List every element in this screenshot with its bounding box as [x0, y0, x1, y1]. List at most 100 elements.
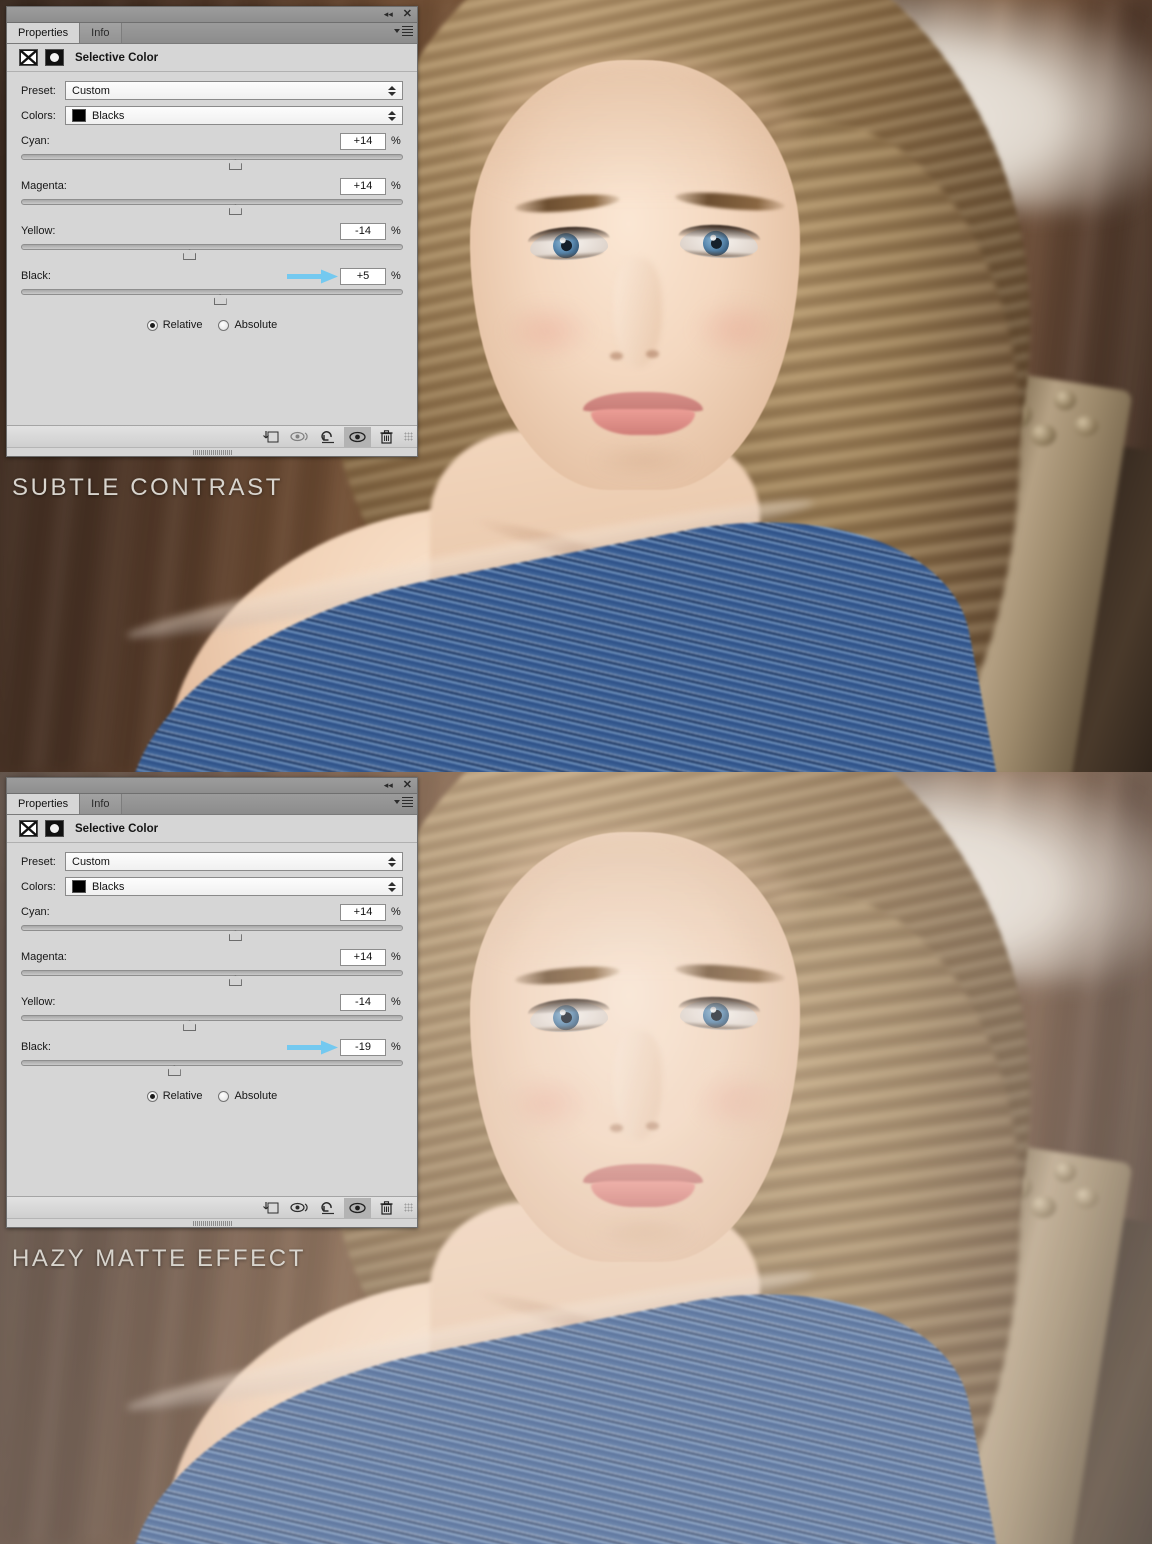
slider-magenta-thumb[interactable] [228, 204, 242, 215]
close-icon[interactable]: ✕ [403, 780, 412, 791]
panel-menu-icon[interactable] [394, 26, 413, 36]
layer-mask-icon[interactable] [45, 49, 64, 66]
slider-cyan-thumb[interactable] [228, 930, 242, 941]
method-radio-group: Relative Absolute [21, 319, 403, 331]
slider-magenta-track[interactable] [21, 197, 403, 215]
slider-magenta-unit: % [391, 180, 401, 192]
colors-spinner-icon[interactable] [388, 881, 396, 892]
radio-relative-label: Relative [162, 319, 203, 331]
radio-relative-dot[interactable] [146, 1090, 158, 1102]
toggle-visibility-icon[interactable] [344, 426, 371, 447]
slider-black-thumb[interactable] [213, 294, 227, 305]
radio-absolute[interactable]: Absolute [218, 1090, 277, 1102]
blacks-swatch-icon [72, 880, 86, 893]
colors-select[interactable]: Blacks [65, 106, 403, 125]
slider-cyan-label: Cyan: [21, 135, 50, 147]
slider-black-label: Black: [21, 270, 51, 282]
slider-magenta-thumb[interactable] [228, 975, 242, 986]
slider-yellow-track[interactable] [21, 242, 403, 260]
slider-black-unit: % [391, 270, 401, 282]
slider-black-track[interactable] [21, 1058, 403, 1076]
slider-magenta: Magenta: +14 % [21, 948, 403, 986]
slider-cyan-value[interactable]: +14 [340, 903, 386, 921]
panel-drag-grip[interactable] [7, 1218, 417, 1227]
tab-properties[interactable]: Properties [7, 23, 81, 43]
slider-cyan-track[interactable] [21, 152, 403, 170]
clip-to-layer-icon[interactable] [257, 427, 284, 447]
slider-black-thumb[interactable] [167, 1065, 181, 1076]
panel-footer-toolbar [7, 1196, 417, 1218]
preset-select[interactable]: Custom [65, 81, 403, 100]
preset-label: Preset: [21, 855, 56, 868]
colors-spinner-icon[interactable] [388, 110, 396, 121]
slider-yellow-value[interactable]: -14 [340, 993, 386, 1011]
arrow-pointer-icon [287, 1040, 339, 1055]
slider-cyan-label: Cyan: [21, 906, 50, 918]
lips [583, 392, 703, 438]
slider-black-label: Black: [21, 1041, 51, 1053]
slider-magenta-label: Magenta: [21, 951, 67, 963]
slider-magenta-value[interactable]: +14 [340, 948, 386, 966]
toggle-visibility-icon[interactable] [344, 1197, 371, 1218]
reset-icon[interactable] [315, 427, 342, 447]
slider-yellow-label: Yellow: [21, 225, 56, 237]
delete-icon[interactable] [373, 427, 400, 447]
slider-cyan-thumb[interactable] [228, 159, 242, 170]
colors-select[interactable]: Blacks [65, 877, 403, 896]
preset-spinner-icon[interactable] [388, 85, 396, 96]
preset-spinner-icon[interactable] [388, 856, 396, 867]
radio-absolute-dot[interactable] [218, 319, 230, 331]
delete-icon[interactable] [373, 1198, 400, 1218]
clip-to-layer-icon[interactable] [257, 1198, 284, 1218]
radio-relative[interactable]: Relative [146, 1090, 203, 1102]
close-icon[interactable]: ✕ [403, 9, 412, 20]
slider-yellow-thumb[interactable] [183, 249, 197, 260]
caption-subtle-contrast: SUBTLE CONTRAST [12, 474, 284, 501]
slider-yellow-track[interactable] [21, 1013, 403, 1031]
tab-info[interactable]: Info [80, 794, 122, 814]
selective-color-icon[interactable] [19, 49, 38, 66]
view-previous-state-icon[interactable] [286, 427, 313, 447]
slider-magenta-value[interactable]: +14 [340, 177, 386, 195]
tab-info[interactable]: Info [80, 23, 122, 43]
resize-grip-icon[interactable] [404, 432, 413, 441]
radio-absolute-dot[interactable] [218, 1090, 230, 1102]
slider-yellow-unit: % [391, 996, 401, 1008]
selective-color-icon[interactable] [19, 820, 38, 837]
blacks-swatch-icon [72, 109, 86, 122]
slider-cyan-track[interactable] [21, 923, 403, 941]
radio-relative-label: Relative [162, 1090, 203, 1102]
slider-black-unit: % [391, 1041, 401, 1053]
panel-tab-row: Properties Info [7, 794, 417, 815]
slider-black-value[interactable]: -19 [340, 1038, 386, 1056]
preset-row: Preset: Custom [21, 81, 403, 100]
preset-value: Custom [72, 84, 110, 97]
slider-yellow-thumb[interactable] [183, 1020, 197, 1031]
radio-relative[interactable]: Relative [146, 319, 203, 331]
panel-titlebar: ◂◂ ✕ [7, 778, 417, 794]
radio-absolute-label: Absolute [234, 319, 278, 331]
collapse-icon[interactable]: ◂◂ [384, 10, 393, 19]
arrow-pointer-icon [287, 269, 339, 284]
reset-icon[interactable] [315, 1198, 342, 1218]
preset-select[interactable]: Custom [65, 852, 403, 871]
slider-magenta-track[interactable] [21, 968, 403, 986]
radio-absolute[interactable]: Absolute [218, 319, 277, 331]
resize-grip-icon[interactable] [404, 1203, 413, 1212]
slider-black-value[interactable]: +5 [340, 267, 386, 285]
slider-magenta-unit: % [391, 951, 401, 963]
view-previous-state-icon[interactable] [286, 1198, 313, 1218]
collapse-icon[interactable]: ◂◂ [384, 781, 393, 790]
preset-value: Custom [72, 855, 110, 868]
slider-cyan-unit: % [391, 135, 401, 147]
radio-relative-dot[interactable] [146, 319, 158, 331]
panel-drag-grip[interactable] [7, 447, 417, 456]
panel-menu-icon[interactable] [394, 797, 413, 807]
slider-cyan-value[interactable]: +14 [340, 132, 386, 150]
tab-info-label: Info [91, 798, 110, 810]
tab-properties[interactable]: Properties [7, 794, 81, 814]
slider-yellow-value[interactable]: -14 [340, 222, 386, 240]
layer-mask-icon[interactable] [45, 820, 64, 837]
colors-value: Blacks [92, 880, 125, 893]
slider-black-track[interactable] [21, 287, 403, 305]
